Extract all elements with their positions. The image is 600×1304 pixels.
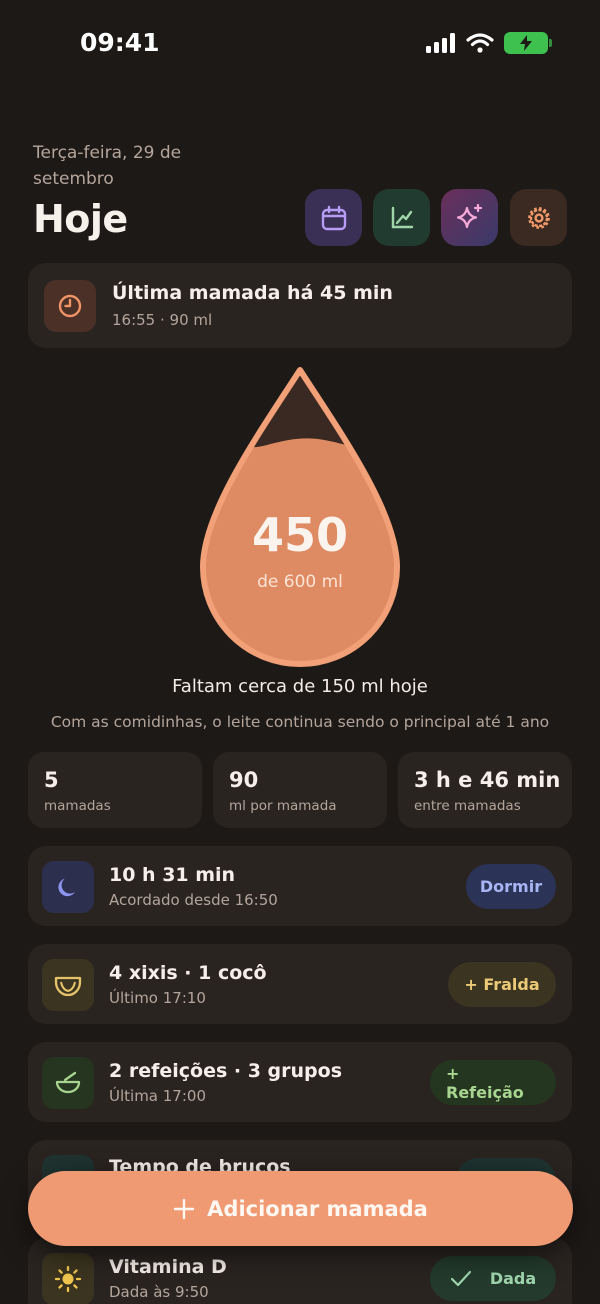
plus-icon xyxy=(173,1198,195,1219)
sleep-subtitle: Acordado desde 16:50 xyxy=(109,891,278,909)
diaper-icon xyxy=(54,976,82,997)
stat-value: 3 h e 46 min xyxy=(414,768,561,792)
bowl-icon xyxy=(55,1071,81,1094)
vitamin-card[interactable]: Vitamina D Dada às 9:50 Dada xyxy=(28,1238,572,1304)
sleep-card[interactable]: 10 h 31 min Acordado desde 16:50 Dormir xyxy=(28,846,572,926)
remaining-text: Faltam cerca de 150 ml hoje xyxy=(172,676,428,697)
sparkle-icon xyxy=(456,203,482,228)
chart-button[interactable] xyxy=(373,189,430,246)
stat-label: entre mamadas xyxy=(414,798,521,814)
last-feed-card[interactable]: Última mamada há 45 min 16:55 · 90 ml xyxy=(28,263,572,348)
sun-icon xyxy=(54,1265,82,1293)
stat-value: 5 xyxy=(44,768,59,792)
stat-interval: 3 h e 46 min entre mamadas xyxy=(398,752,572,828)
status-icons xyxy=(426,32,552,54)
header-date: Terça-feira, 29 de setembro xyxy=(33,143,182,189)
add-feed-label: Adicionar mamada xyxy=(207,1196,428,1221)
diaper-icon-box xyxy=(42,959,94,1011)
vitamin-title: Vitamina D xyxy=(109,1256,227,1278)
sparkle-button[interactable] xyxy=(441,189,498,246)
signal-icon xyxy=(426,33,455,53)
diaper-title: 4 xixis · 1 cocô xyxy=(109,962,267,984)
last-feed-subtitle: 16:55 · 90 ml xyxy=(112,311,213,329)
note-text: Com as comidinhas, o leite continua send… xyxy=(50,713,550,731)
meal-card[interactable]: 2 refeições · 3 grupos Última 17:00 + Re… xyxy=(28,1042,572,1122)
calendar-button[interactable] xyxy=(305,189,362,246)
chart-icon xyxy=(391,206,413,228)
checkmark-icon xyxy=(450,1270,471,1286)
stat-label: mamadas xyxy=(44,798,111,814)
diaper-subtitle: Último 17:10 xyxy=(109,989,206,1007)
add-meal-button[interactable]: + Refeição xyxy=(430,1060,556,1105)
sleep-button[interactable]: Dormir xyxy=(466,864,556,909)
add-feed-button[interactable]: Adicionar mamada xyxy=(28,1171,573,1246)
vitamin-given-button[interactable]: Dada xyxy=(430,1256,556,1301)
clock-icon-box xyxy=(44,280,96,332)
intake-amount: 450 xyxy=(251,508,349,562)
vitamin-subtitle: Dada às 9:50 xyxy=(109,1283,209,1301)
stat-ml-per-feed: 90 ml por mamada xyxy=(213,752,387,828)
gear-icon xyxy=(527,206,550,229)
intake-goal: de 600 ml xyxy=(257,572,343,592)
stat-feeds: 5 mamadas xyxy=(28,752,202,828)
moon-icon xyxy=(58,878,76,897)
settings-button[interactable] xyxy=(510,189,567,246)
last-feed-title: Última mamada há 45 min xyxy=(112,282,393,304)
meal-subtitle: Última 17:00 xyxy=(109,1087,206,1105)
vitamin-given-label: Dada xyxy=(489,1269,537,1288)
bowl-icon-box xyxy=(42,1057,94,1109)
wifi-icon xyxy=(466,33,494,53)
moon-icon-box xyxy=(42,861,94,913)
stat-value: 90 xyxy=(229,768,259,792)
add-diaper-button[interactable]: + Fralda xyxy=(448,962,556,1007)
page-title: Hoje xyxy=(33,197,128,241)
meal-title: 2 refeições · 3 grupos xyxy=(109,1060,343,1082)
sun-icon-box xyxy=(42,1253,94,1304)
clock-icon xyxy=(58,294,82,318)
calendar-icon xyxy=(321,205,346,230)
status-time: 09:41 xyxy=(80,28,160,57)
battery-icon xyxy=(504,32,552,54)
sleep-title: 10 h 31 min xyxy=(109,864,236,886)
stat-label: ml por mamada xyxy=(229,798,337,814)
diaper-card[interactable]: 4 xixis · 1 cocô Último 17:10 + Fralda xyxy=(28,944,572,1024)
